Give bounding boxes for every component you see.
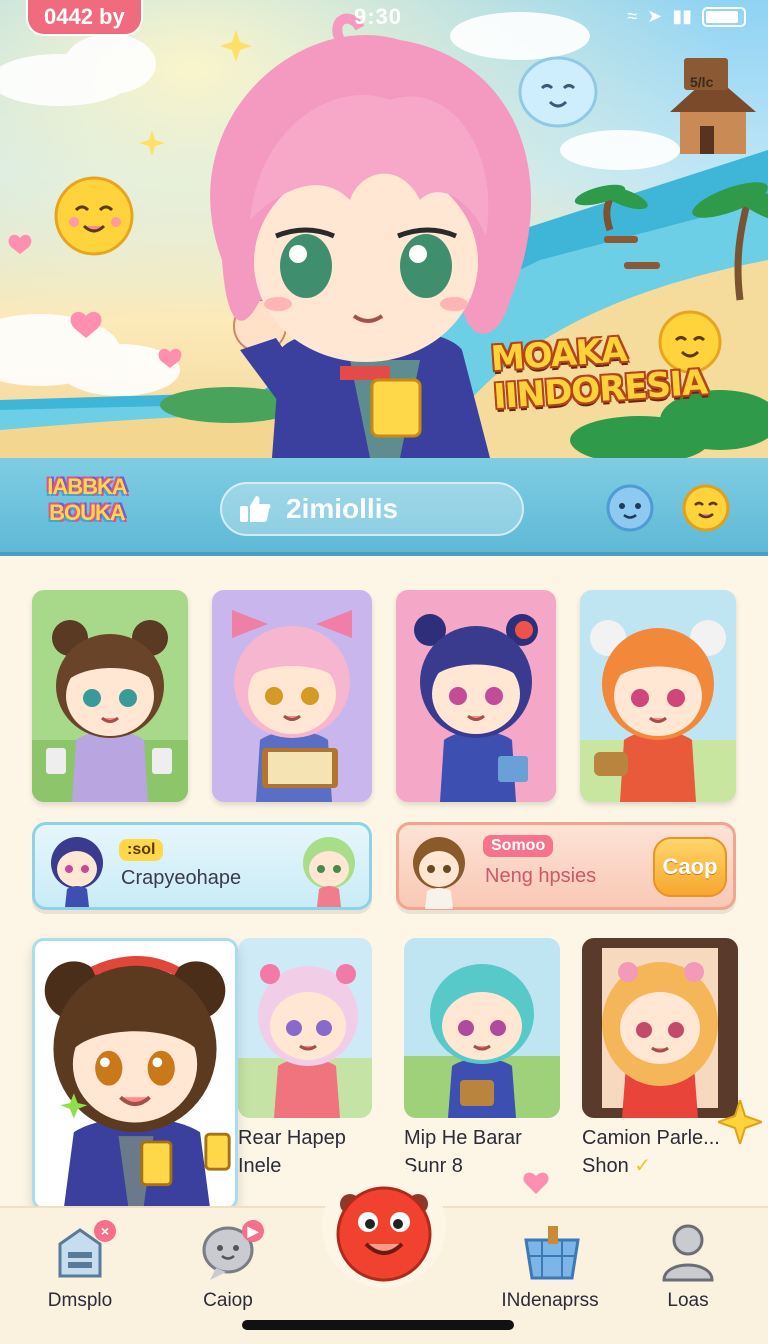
header-bar: IABBKA BOUKA 2imiollis [0,458,768,556]
gallery-caption-line1: Rear Hapep [238,1127,346,1149]
home-mascot-button[interactable] [322,1164,446,1288]
house-sign: 5/lc [690,74,714,90]
banner-avatar [303,837,355,907]
nav-label: Caiop [203,1290,253,1311]
banner-text: Crapyeohape [121,867,242,889]
logo-line1: IABBKA [47,474,128,499]
hero-banner: 0442 by 9:30 ≈ ➤ ▮▮ 5/lc MOAKA IINDORESI… [0,0,768,458]
nav-label: Loas [667,1290,709,1311]
gallery-caption-line1: Mip He Barar [404,1127,522,1149]
sparkle-icon [718,1100,762,1144]
gallery-card[interactable]: Camion Parle... Shon ✓ [582,938,738,1180]
featured-character-card[interactable] [32,938,238,1210]
banner-tag: :sol [119,839,164,861]
event-banner-right[interactable]: Somoo Neng hpsies Caop [396,822,736,910]
box-icon: × [50,1220,116,1282]
battery-icon [702,6,746,27]
nav-item-loas[interactable]: Loas [628,1222,748,1312]
profile-icon [658,1222,718,1282]
gallery-card[interactable]: Rear Hapep Inele [238,938,372,1180]
mascot-home-icon [336,1186,432,1282]
banner-action-button[interactable]: Caop [653,837,727,897]
nav-badge: ▶ [242,1220,264,1242]
status-pill[interactable]: 0442 by [26,0,143,36]
character-illustration [32,590,188,802]
event-banner-left[interactable]: :sol Crapyeohape [32,822,372,910]
nav-label: Dmsplo [47,1290,113,1311]
character-illustration [212,590,372,802]
gallery-caption-line1: Camion Parle... [582,1127,720,1149]
character-card[interactable] [32,590,188,802]
banner-avatar [413,837,465,909]
nav-label: INdenaprss [501,1290,599,1311]
gallery-card[interactable]: Mip He Barar Sunr 8 [404,938,560,1180]
yellow-mascot-icon[interactable] [678,478,734,534]
character-illustration [238,938,372,1118]
nav-item-caiop[interactable]: ▶ Caiop [168,1220,288,1312]
wifi-icon: ≈ [627,6,638,26]
character-illustration [396,590,556,802]
banner-avatar [51,837,103,907]
banner-text: Neng hpsies [485,865,597,887]
hero-title: MOAKA IINDORESIA [490,324,735,417]
character-illustration [404,938,560,1118]
heart-icon [523,1172,549,1194]
thumbs-icon: ✓ [634,1155,652,1177]
gallery-caption-text: Shon [582,1155,629,1177]
nav-item-dmsplo[interactable]: × Dmsplo [20,1220,140,1312]
signal-icon: ▮▮ [672,6,692,26]
blue-mascot-icon[interactable] [602,478,658,534]
nav-badge: × [94,1220,116,1242]
search-field[interactable]: 2imiollis [220,482,524,536]
basket-icon [520,1222,580,1282]
nav-item-indenaprss[interactable]: INdenaprss [490,1222,610,1312]
chat-bubble-icon: ▶ [198,1220,264,1282]
search-value: 2imiollis [286,493,399,524]
gallery-image [404,938,560,1118]
character-card[interactable] [580,590,736,802]
banner-tag: Somoo [483,835,554,857]
character-illustration [580,590,736,802]
character-illustration [582,938,738,1118]
gallery-image [582,938,738,1118]
home-indicator[interactable] [242,1320,514,1330]
app-logo[interactable]: IABBKA BOUKA [32,474,142,540]
gallery-image [238,938,372,1118]
character-card[interactable] [396,590,556,802]
status-icons: ≈ ➤ ▮▮ [627,6,746,27]
status-time: 9:30 [354,4,403,29]
gallery-caption-line2: Shon ✓ [582,1152,738,1180]
location-icon: ➤ [647,6,663,26]
character-illustration [35,941,235,1207]
logo-line2: BOUKA [49,500,126,525]
character-card[interactable] [212,590,372,802]
thumbs-up-icon [240,496,271,522]
